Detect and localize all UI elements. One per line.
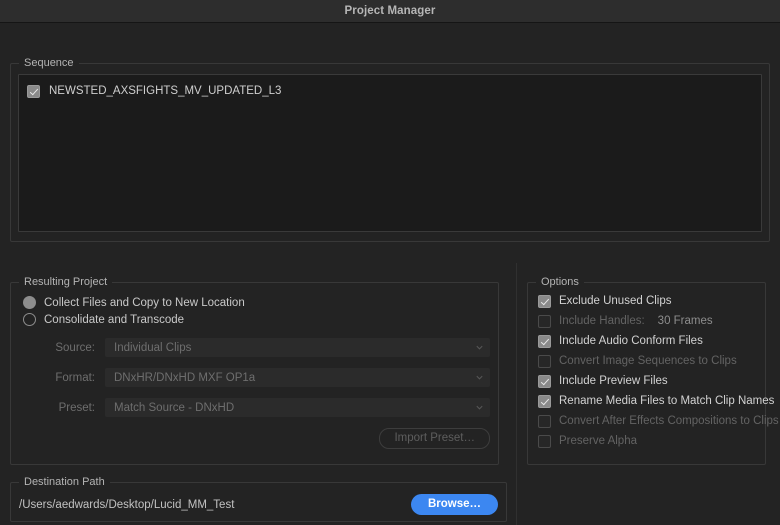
destination-path-content: /Users/aedwards/Desktop/Lucid_MM_Test Br…	[10, 494, 507, 515]
option-convert-ae-compositions[interactable]: Convert After Effects Compositions to Cl…	[527, 411, 779, 431]
resulting-project-content: Collect Files and Copy to New Location C…	[10, 294, 499, 449]
sequence-list[interactable]: NEWSTED_AXSFIGHTS_MV_UPDATED_L3	[18, 74, 762, 232]
sequence-item-checkbox[interactable]	[27, 84, 40, 98]
options-group-title: Options	[536, 275, 584, 289]
column-divider	[516, 263, 517, 525]
option-exclude-unused-clips-label: Exclude Unused Clips	[559, 295, 672, 307]
option-convert-image-sequences-checkbox[interactable]	[538, 354, 551, 368]
option-include-preview-files[interactable]: Include Preview Files	[527, 371, 766, 391]
resulting-project-group-title: Resulting Project	[19, 275, 113, 289]
option-convert-ae-compositions-label: Convert After Effects Compositions to Cl…	[559, 415, 779, 427]
option-rename-media-files-label: Rename Media Files to Match Clip Names	[559, 395, 775, 407]
chevron-down-icon	[475, 343, 484, 352]
options-content: Exclude Unused Clips Include Handles: 30…	[527, 291, 779, 451]
format-label: Format:	[55, 371, 95, 384]
source-dropdown-value: Individual Clips	[114, 341, 192, 354]
window-titlebar: Project Manager	[0, 0, 780, 23]
option-include-handles-value[interactable]: 30 Frames	[658, 315, 713, 327]
radio-collect-files-indicator[interactable]	[23, 296, 36, 309]
option-convert-image-sequences[interactable]: Convert Image Sequences to Clips	[527, 351, 766, 371]
option-include-preview-files-label: Include Preview Files	[559, 375, 668, 387]
radio-collect-files[interactable]: Collect Files and Copy to New Location	[10, 294, 499, 311]
import-preset-row: Import Preset…	[10, 428, 499, 449]
destination-path-group-title: Destination Path	[19, 475, 110, 489]
format-dropdown[interactable]: DNxHR/DNxHD MXF OP1a	[105, 368, 490, 387]
format-dropdown-value: DNxHR/DNxHD MXF OP1a	[114, 371, 256, 384]
import-preset-button[interactable]: Import Preset…	[379, 428, 490, 449]
option-rename-media-files[interactable]: Rename Media Files to Match Clip Names	[527, 391, 774, 411]
radio-consolidate-transcode-indicator[interactable]	[23, 313, 36, 326]
option-exclude-unused-clips[interactable]: Exclude Unused Clips	[527, 291, 766, 311]
radio-collect-files-label: Collect Files and Copy to New Location	[44, 296, 245, 309]
option-include-audio-conform-files-checkbox[interactable]	[538, 334, 551, 348]
option-include-handles-label: Include Handles:	[559, 315, 645, 327]
option-include-handles[interactable]: Include Handles: 30 Frames	[527, 311, 766, 331]
sequence-group-title: Sequence	[19, 56, 79, 70]
sequence-group: Sequence NEWSTED_AXSFIGHTS_MV_UPDATED_L3	[10, 56, 770, 242]
preset-label: Preset:	[58, 401, 95, 414]
option-include-audio-conform-files-label: Include Audio Conform Files	[559, 335, 703, 347]
preset-dropdown-value: Match Source - DNxHD	[114, 401, 235, 414]
chevron-down-icon	[475, 403, 484, 412]
destination-path-value: /Users/aedwards/Desktop/Lucid_MM_Test	[19, 498, 235, 511]
source-dropdown[interactable]: Individual Clips	[105, 338, 490, 357]
option-preserve-alpha[interactable]: Preserve Alpha	[527, 431, 766, 451]
option-convert-ae-compositions-checkbox[interactable]	[538, 414, 551, 428]
source-field-row: Source: Individual Clips	[10, 338, 499, 357]
format-field-row: Format: DNxHR/DNxHD MXF OP1a	[10, 368, 499, 387]
option-include-preview-files-checkbox[interactable]	[538, 374, 551, 388]
option-include-handles-checkbox[interactable]	[538, 314, 551, 328]
option-rename-media-files-checkbox[interactable]	[538, 394, 551, 408]
dialog-body: Sequence NEWSTED_AXSFIGHTS_MV_UPDATED_L3…	[0, 23, 780, 525]
sequence-item-label: NEWSTED_AXSFIGHTS_MV_UPDATED_L3	[49, 85, 282, 97]
option-preserve-alpha-label: Preserve Alpha	[559, 435, 637, 447]
radio-consolidate-transcode[interactable]: Consolidate and Transcode	[10, 311, 499, 328]
list-item[interactable]: NEWSTED_AXSFIGHTS_MV_UPDATED_L3	[19, 81, 761, 101]
window-title: Project Manager	[344, 5, 436, 17]
preset-dropdown[interactable]: Match Source - DNxHD	[105, 398, 490, 417]
preset-field-row: Preset: Match Source - DNxHD	[10, 398, 499, 417]
options-group: Options Exclude Unused Clips Include Han…	[527, 275, 779, 465]
resulting-project-group: Resulting Project Collect Files and Copy…	[10, 275, 499, 465]
option-convert-image-sequences-label: Convert Image Sequences to Clips	[559, 355, 737, 367]
destination-path-row: /Users/aedwards/Desktop/Lucid_MM_Test Br…	[10, 494, 507, 515]
browse-button[interactable]: Browse…	[410, 494, 498, 515]
chevron-down-icon	[475, 373, 484, 382]
radio-consolidate-transcode-label: Consolidate and Transcode	[44, 313, 185, 326]
option-exclude-unused-clips-checkbox[interactable]	[538, 294, 551, 308]
option-include-audio-conform-files[interactable]: Include Audio Conform Files	[527, 331, 766, 351]
option-preserve-alpha-checkbox[interactable]	[538, 434, 551, 448]
source-label: Source:	[55, 341, 95, 354]
